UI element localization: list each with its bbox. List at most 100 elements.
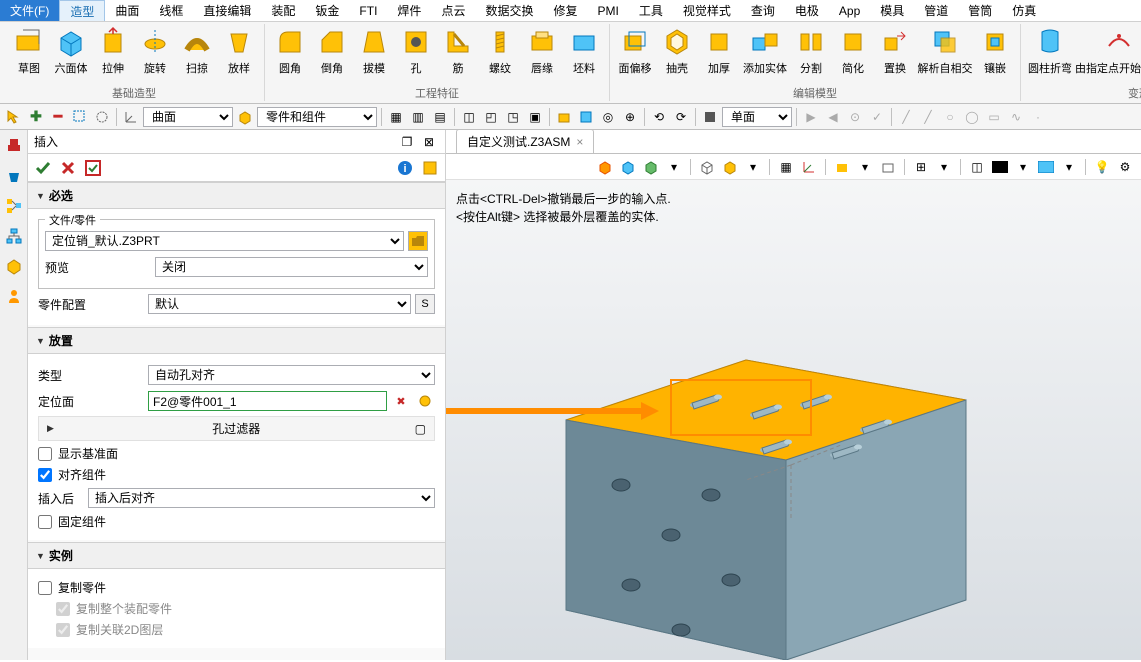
sketch-button[interactable]: 草图: [8, 24, 50, 78]
menu-tab-tools[interactable]: 工具: [629, 0, 673, 21]
canvas[interactable]: 点击<CTRL-Del>撤销最后一步的输入点. <按住Alt键> 选择被最外层覆…: [446, 180, 1141, 660]
vpt-solid[interactable]: [832, 157, 852, 177]
draft-button[interactable]: 拔模: [353, 24, 395, 78]
vpt-csys[interactable]: [799, 157, 819, 177]
tb-ico-8[interactable]: [554, 107, 574, 127]
loft-button[interactable]: 放样: [218, 24, 260, 78]
stock-button[interactable]: 坯料: [563, 24, 605, 78]
select-icon[interactable]: [4, 107, 24, 127]
face-mode-select[interactable]: 单面: [722, 107, 792, 127]
hole-button[interactable]: 孔: [395, 24, 437, 78]
tb-ico-7[interactable]: ▣: [525, 107, 545, 127]
instance-section-header[interactable]: 实例: [28, 542, 445, 569]
copy-part-checkbox[interactable]: [38, 581, 52, 595]
simplify-button[interactable]: 简化: [832, 24, 874, 78]
face-pick-button[interactable]: [415, 391, 435, 411]
tb-sketch-5[interactable]: ▭: [984, 107, 1004, 127]
hole-filter-toggle-icon[interactable]: ▢: [415, 422, 426, 436]
face-offset-button[interactable]: 面偏移: [614, 24, 656, 78]
cube-icon[interactable]: [235, 107, 255, 127]
align-comp-checkbox[interactable]: [38, 468, 52, 482]
vpt-drop-1[interactable]: ▾: [664, 157, 684, 177]
menu-tab-tube[interactable]: 管筒: [958, 0, 1002, 21]
menu-tab-pointcloud[interactable]: 点云: [431, 0, 475, 21]
vpt-grid[interactable]: ▦: [776, 157, 796, 177]
vpt-view-fit[interactable]: ⊞: [911, 157, 931, 177]
tb-ico-13[interactable]: ⟳: [671, 107, 691, 127]
tb-sketch-1[interactable]: ╱: [896, 107, 916, 127]
vpt-drop-3[interactable]: ▾: [855, 157, 875, 177]
extend-icon[interactable]: [70, 107, 90, 127]
file-select[interactable]: 定位销_默认.Z3PRT: [45, 231, 404, 251]
file-menu[interactable]: 文件(F): [0, 0, 59, 21]
bucket-icon[interactable]: [4, 166, 24, 186]
menu-tab-fti[interactable]: FTI: [349, 0, 387, 21]
face-input[interactable]: [148, 391, 387, 411]
menu-tab-surface[interactable]: 曲面: [105, 0, 149, 21]
fillet-button[interactable]: 圆角: [269, 24, 311, 78]
part-config-select[interactable]: 默认: [148, 294, 411, 314]
s-button[interactable]: S: [415, 294, 435, 314]
type-select[interactable]: 自动孔对齐: [148, 365, 435, 385]
tb-ico-2[interactable]: ▥: [408, 107, 428, 127]
tb-sketch-6[interactable]: ∿: [1006, 107, 1026, 127]
menu-tab-sim[interactable]: 仿真: [1002, 0, 1046, 21]
menu-tab-weld[interactable]: 焊件: [387, 0, 431, 21]
vpt-gear[interactable]: ⚙: [1115, 157, 1135, 177]
self-intersect-button[interactable]: 解析自相交: [916, 24, 974, 78]
menu-tab-pmi[interactable]: PMI: [587, 0, 628, 21]
face-clear-button[interactable]: ✖: [391, 391, 411, 411]
menu-tab-sheetmetal[interactable]: 钣金: [305, 0, 349, 21]
vpt-cube-3[interactable]: [641, 157, 661, 177]
vpt-color-black[interactable]: [990, 157, 1010, 177]
preview-select[interactable]: 关闭: [155, 257, 428, 277]
menu-tab-modeling[interactable]: 造型: [59, 0, 105, 21]
chamfer-button[interactable]: 倒角: [311, 24, 353, 78]
surface-mode-select[interactable]: 曲面: [143, 107, 233, 127]
menu-tab-pipe[interactable]: 管道: [914, 0, 958, 21]
document-tab[interactable]: 自定义测试.Z3ASM ×: [456, 129, 594, 153]
vpt-cube-1[interactable]: [595, 157, 615, 177]
rib-button[interactable]: 筋: [437, 24, 479, 78]
hierarchy-icon[interactable]: [4, 226, 24, 246]
sweep-button[interactable]: 扫掠: [176, 24, 218, 78]
vpt-color-blue[interactable]: [1036, 157, 1056, 177]
vpt-drop-6[interactable]: ▾: [1059, 157, 1079, 177]
vpt-wire-1[interactable]: [697, 157, 717, 177]
tb-ico-4[interactable]: ◫: [459, 107, 479, 127]
tb-sketch-3[interactable]: ○: [940, 107, 960, 127]
fix-comp-checkbox[interactable]: [38, 515, 52, 529]
stamp-icon[interactable]: [4, 136, 24, 156]
browse-button[interactable]: [408, 231, 428, 251]
lip-button[interactable]: 唇缘: [521, 24, 563, 78]
hole-filter-header[interactable]: 孔过滤器 ▢: [38, 416, 435, 441]
menu-tab-mold[interactable]: 模具: [870, 0, 914, 21]
coord-icon[interactable]: [121, 107, 141, 127]
panel-close-icon[interactable]: ⊠: [419, 132, 439, 152]
deform-from-point-button[interactable]: 由指定点开始变形: [1075, 24, 1141, 78]
tb-ico-12[interactable]: ⟲: [649, 107, 669, 127]
menu-tab-visual[interactable]: 视觉样式: [673, 0, 741, 21]
menu-tab-app[interactable]: App: [829, 0, 870, 21]
filter-icon[interactable]: [92, 107, 112, 127]
tab-close-icon[interactable]: ×: [576, 135, 583, 149]
vpt-drop-2[interactable]: ▾: [743, 157, 763, 177]
cylinder-bend-button[interactable]: 圆柱折弯: [1025, 24, 1075, 78]
revolve-button[interactable]: 旋转: [134, 24, 176, 78]
inlay-button[interactable]: 镶嵌: [974, 24, 1016, 78]
menu-tab-direct-edit[interactable]: 直接编辑: [193, 0, 261, 21]
tb-nav-4[interactable]: ✓: [867, 107, 887, 127]
tb-sketch-2[interactable]: ╱: [918, 107, 938, 127]
vpt-drop-4[interactable]: ▾: [934, 157, 954, 177]
hexahedron-button[interactable]: 六面体: [50, 24, 92, 78]
tb-ico-1[interactable]: ▦: [386, 107, 406, 127]
add-icon[interactable]: ✚: [26, 107, 46, 127]
tb-ico-9[interactable]: [576, 107, 596, 127]
extrude-button[interactable]: 拉伸: [92, 24, 134, 78]
menu-tab-electrode[interactable]: 电极: [785, 0, 829, 21]
tb-ico-11[interactable]: ⊕: [620, 107, 640, 127]
vpt-light[interactable]: 💡: [1092, 157, 1112, 177]
tb-ico-6[interactable]: ◳: [503, 107, 523, 127]
remove-icon[interactable]: ━: [48, 107, 68, 127]
add-solid-button[interactable]: 添加实体: [740, 24, 790, 78]
